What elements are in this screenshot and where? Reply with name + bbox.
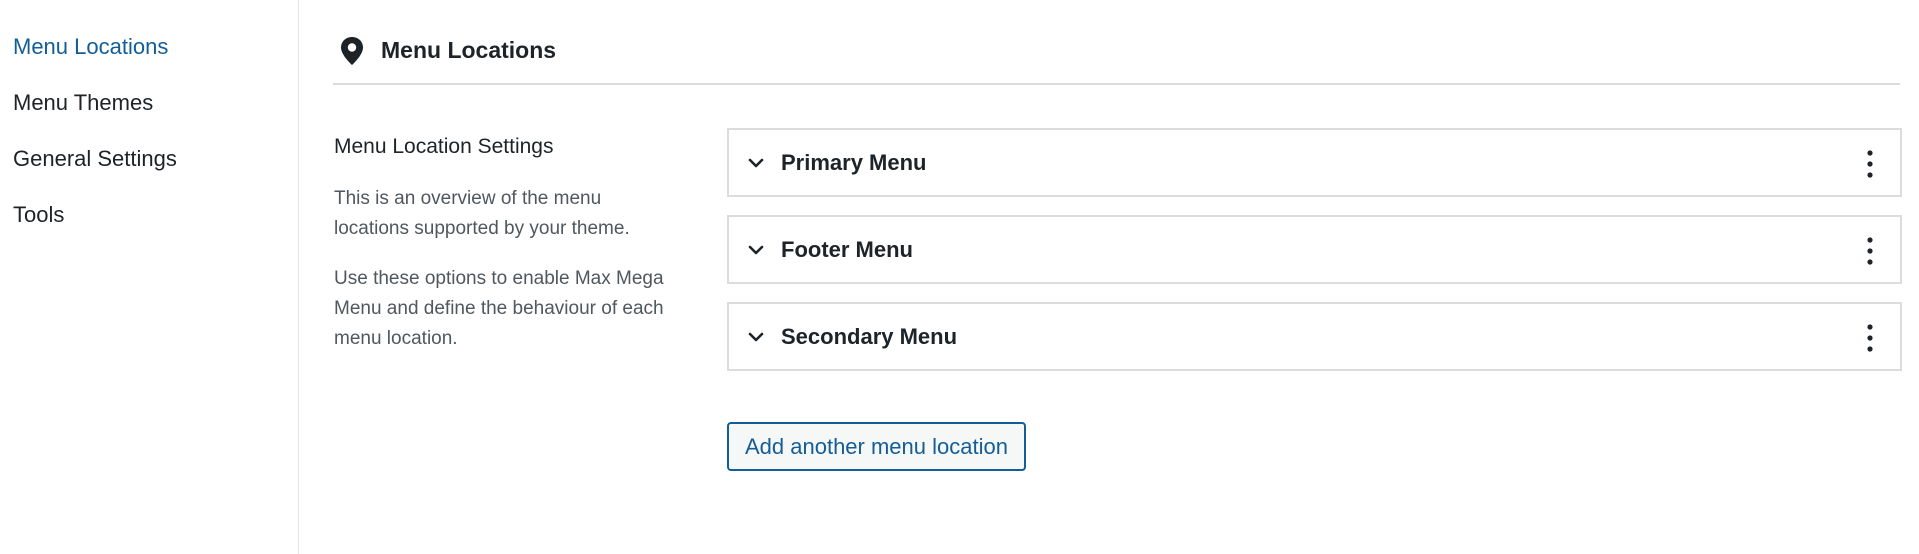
chevron-down-icon[interactable] [745,239,767,261]
settings-page: Menu Locations Menu Themes General Setti… [0,0,1919,554]
location-row-footer-menu[interactable]: Footer Menu [727,215,1902,284]
more-vertical-icon[interactable] [1866,150,1874,178]
settings-heading: Menu Location Settings [334,135,554,158]
sidebar: Menu Locations Menu Themes General Setti… [0,0,299,554]
location-name: Secondary Menu [781,323,958,349]
settings-description-text-1: This is an overview of the menu location… [334,188,630,239]
page-header: Menu Locations [333,30,1900,85]
settings-description-text-2: Use these options to enable Max Mega Men… [334,268,664,349]
main-content: Menu Locations Menu Location Settings Th… [299,0,1919,554]
chevron-down-icon[interactable] [745,326,767,348]
add-menu-location-button[interactable]: Add another menu location [727,422,1026,471]
location-pin-icon [339,36,365,66]
location-row-primary-menu[interactable]: Primary Menu [727,128,1902,197]
more-vertical-icon[interactable] [1866,324,1874,352]
location-row-secondary-menu[interactable]: Secondary Menu [727,302,1902,371]
chevron-down-icon[interactable] [745,152,767,174]
more-vertical-icon[interactable] [1866,237,1874,265]
sidebar-item-general-settings[interactable]: General Settings [0,144,298,200]
location-name: Footer Menu [781,236,913,262]
location-name: Primary Menu [781,149,927,175]
sidebar-item-menu-themes[interactable]: Menu Themes [0,88,298,144]
sidebar-item-tools[interactable]: Tools [0,200,298,256]
page-title: Menu Locations [381,37,557,63]
menu-locations-list: Primary Menu Footer Menu Secondary Menu [727,128,1902,389]
sidebar-item-menu-locations[interactable]: Menu Locations [0,32,298,88]
settings-description: Menu Location Settings This is an overvi… [334,132,674,374]
